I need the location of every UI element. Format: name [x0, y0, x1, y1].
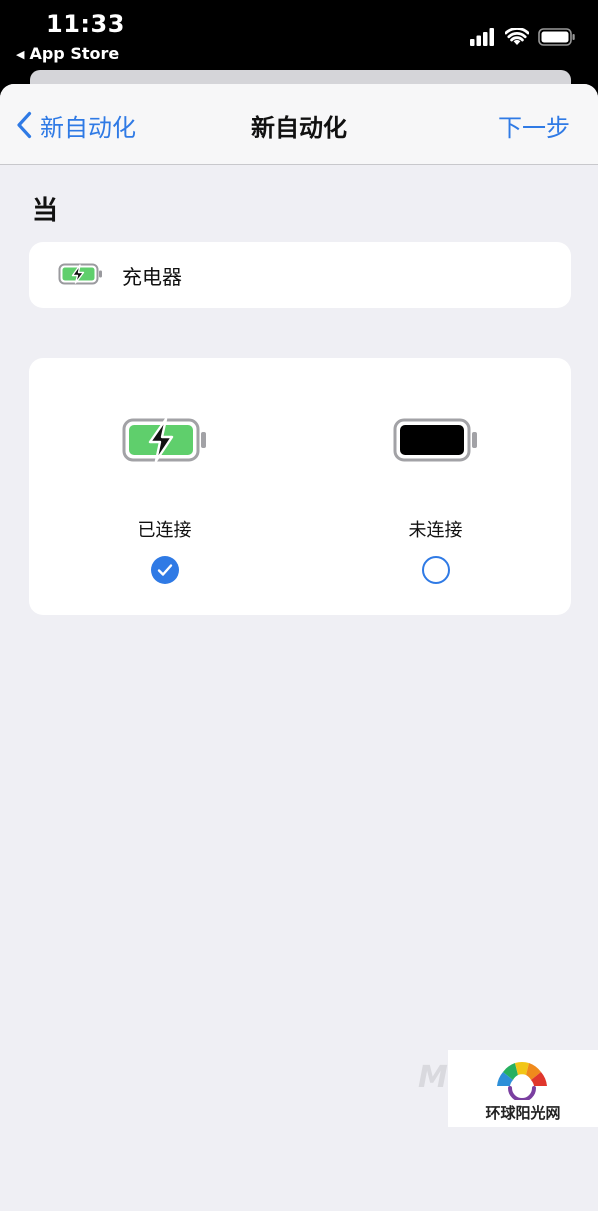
charging-battery-icon [122, 418, 206, 462]
battery-icon [538, 28, 575, 46]
option-connected-label: 已连接 [137, 520, 192, 541]
option-disconnected[interactable]: 未连接 [300, 358, 571, 615]
faint-watermark-mark: M [418, 1060, 448, 1095]
section-header: 当 [32, 196, 59, 226]
checkmark-icon [157, 564, 172, 576]
back-app-label: App Store [29, 44, 120, 63]
watermark-logo: 环球阳光网 [448, 1050, 598, 1127]
status-icons [470, 26, 576, 48]
option-connected-radio[interactable] [150, 556, 179, 584]
trigger-label: 充电器 [122, 265, 182, 289]
trigger-charger-row[interactable]: 充电器 [29, 242, 571, 308]
charging-battery-icon [58, 263, 102, 285]
navigation-bar: 新自动化 新自动化 下一步 [0, 84, 598, 165]
status-time: 11:33 [46, 10, 125, 38]
rainbow-arc-logo-icon [497, 1062, 547, 1100]
cellular-signal-icon [470, 28, 494, 46]
option-disconnected-label: 未连接 [408, 520, 463, 541]
next-button[interactable]: 下一步 [498, 108, 570, 143]
charger-state-options: 已连接 未连接 [29, 358, 571, 615]
option-disconnected-radio[interactable] [421, 556, 450, 584]
battery-icon [393, 418, 477, 462]
option-connected[interactable]: 已连接 [29, 358, 300, 615]
wifi-icon [505, 28, 529, 45]
watermark-text: 环球阳光网 [485, 1104, 561, 1122]
back-triangle-icon: ◀ [16, 48, 25, 61]
automation-sheet: 新自动化 新自动化 下一步 当 充电器 已连接 未连接 [0, 84, 598, 1211]
back-to-app-link[interactable]: ◀ App Store [16, 44, 119, 63]
